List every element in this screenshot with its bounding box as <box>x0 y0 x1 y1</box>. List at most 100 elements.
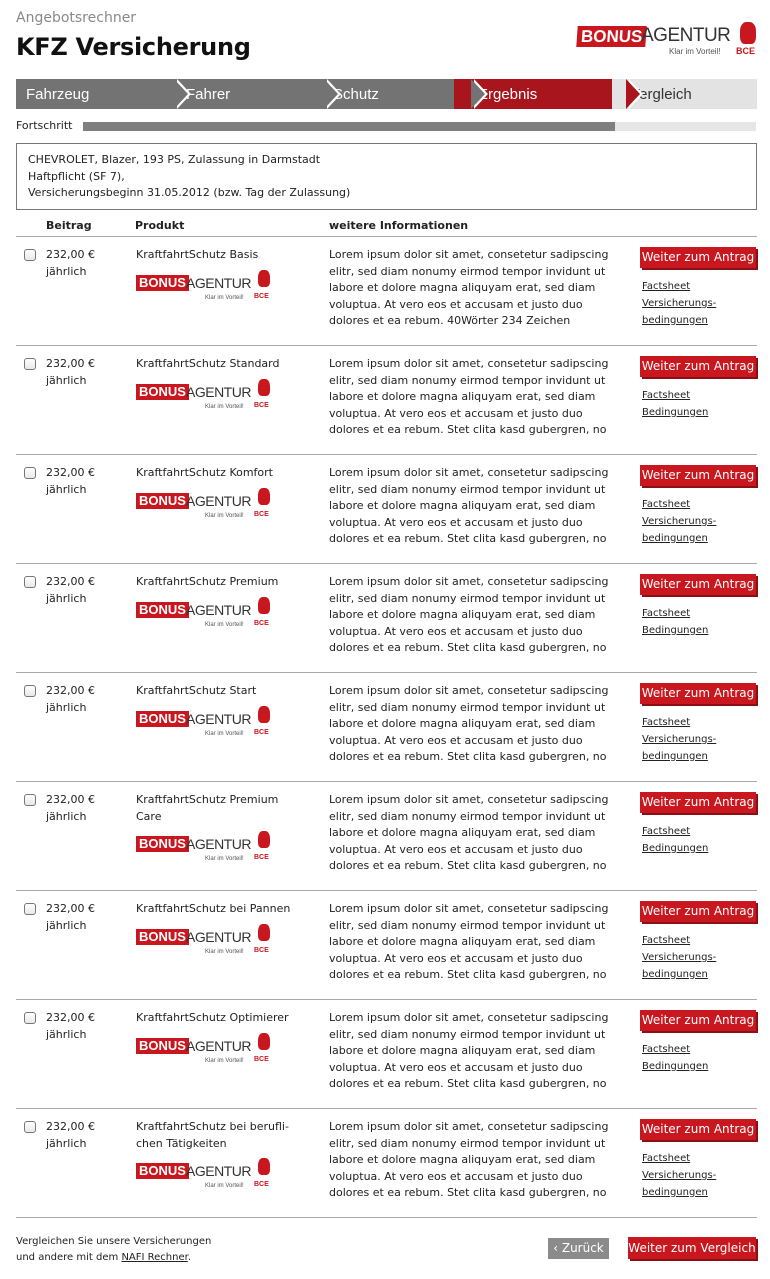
vehicle-summary: CHEVROLET, Blazer, 193 PS, Zulassung in … <box>16 143 757 210</box>
document-link[interactable]: Factsheet <box>642 497 742 514</box>
summary-vehicle: CHEVROLET, Blazer, 193 PS, Zulassung in … <box>28 153 321 166</box>
nafi-rechner-link[interactable]: NAFI Rechner <box>121 1252 187 1263</box>
logo-figure-icon <box>258 596 270 614</box>
table-row: 232,00 € jährlich KraftfahrtSchutz Premi… <box>16 782 757 891</box>
product-name: KraftfahrtSchutz bei Pannen <box>136 902 291 915</box>
logo-figure-icon <box>258 1158 270 1175</box>
compare-button[interactable]: Weiter zum Vergleich <box>628 1237 756 1259</box>
logo-bonus-text: BONUS <box>576 26 648 47</box>
apply-button[interactable]: Weiter zum Antrag <box>640 247 756 268</box>
apply-button[interactable]: Weiter zum Antrag <box>640 901 756 922</box>
compare-checkbox[interactable] <box>24 576 36 588</box>
logo-tagline: Klar im Vorteil! <box>205 730 244 737</box>
step-fahrzeug[interactable]: Fahrzeug <box>16 79 191 109</box>
compare-checkbox[interactable] <box>24 358 36 370</box>
info-text: Lorem ipsum dolor sit amet, consetetur s… <box>329 466 609 545</box>
logo-bonus-text: BONUS <box>136 1163 189 1179</box>
apply-button[interactable]: Weiter zum Antrag <box>640 1010 756 1031</box>
document-link[interactable]: Versicherungs- <box>642 1168 742 1185</box>
logo-bonus-text: BONUS <box>136 1037 189 1054</box>
document-link[interactable]: Factsheet <box>642 388 742 405</box>
compare-checkbox[interactable] <box>24 249 36 261</box>
product-cell: KraftfahrtSchutz Premium BONUS AGENTUR K… <box>136 574 296 630</box>
logo-bce-text: BCE <box>254 1055 269 1063</box>
logo-figure-icon <box>258 1032 270 1050</box>
document-link[interactable]: Versicherungs- <box>642 732 742 749</box>
table-row: 232,00 € jährlich KraftfahrtSchutz Stand… <box>16 346 757 455</box>
document-links: Factsheet Bedingungen <box>642 1042 742 1076</box>
apply-button[interactable]: Weiter zum Antrag <box>640 683 756 704</box>
apply-button[interactable]: Weiter zum Antrag <box>640 465 756 486</box>
column-header-beitrag: Beitrag <box>46 219 92 232</box>
info-text: Lorem ipsum dolor sit amet, consetetur s… <box>329 793 609 872</box>
price-cell: 232,00 € jährlich <box>46 901 126 934</box>
document-link[interactable]: Factsheet <box>642 933 742 950</box>
logo-agentur-text: AGENTUR <box>186 383 251 400</box>
info-text: Lorem ipsum dolor sit amet, consetetur s… <box>329 248 609 327</box>
progress-bar <box>83 122 756 131</box>
progress-fill <box>83 122 615 131</box>
logo-bce-text: BCE <box>254 292 269 300</box>
document-link[interactable]: Factsheet <box>642 715 742 732</box>
product-name: KraftfahrtSchutz Premium <box>136 575 279 588</box>
document-link[interactable]: bedingungen <box>642 531 742 548</box>
document-link[interactable]: bedingungen <box>642 1185 742 1202</box>
price-value: 232,00 € <box>46 466 95 479</box>
document-link[interactable]: Bedingungen <box>642 1059 742 1076</box>
price-period: jährlich <box>46 1136 87 1150</box>
document-link[interactable]: bedingungen <box>642 313 742 330</box>
app-subtitle: Angebotsrechner <box>16 10 137 26</box>
price-period: jährlich <box>46 809 87 823</box>
compare-checkbox[interactable] <box>24 1012 36 1024</box>
page-title: KFZ Versicherung <box>16 33 251 61</box>
info-text: Lorem ipsum dolor sit amet, consetetur s… <box>329 902 609 981</box>
logo-figure-icon <box>258 378 270 396</box>
logo-bonus-text: BONUS <box>136 492 189 509</box>
apply-button[interactable]: Weiter zum Antrag <box>640 574 756 595</box>
logo-bonus-text: BONUS <box>136 928 189 945</box>
logo-agentur-text: AGENTUR <box>186 1037 251 1054</box>
apply-button[interactable]: Weiter zum Antrag <box>640 356 756 377</box>
page-header: Angebotsrechner KFZ Versicherung BONUS A… <box>16 0 756 70</box>
document-link[interactable]: bedingungen <box>642 967 742 984</box>
document-link[interactable]: Factsheet <box>642 606 742 623</box>
logo-bce-text: BCE <box>254 401 269 409</box>
compare-checkbox[interactable] <box>24 903 36 915</box>
logo-figure-icon <box>258 831 270 848</box>
info-text: Lorem ipsum dolor sit amet, consetetur s… <box>329 1011 609 1090</box>
logo-bonus-text: BONUS <box>136 274 189 291</box>
document-link[interactable]: Factsheet <box>642 1042 742 1059</box>
progress-label: Fortschritt <box>16 119 73 132</box>
product-cell: KraftfahrtSchutz Premium Care BONUS AGEN… <box>136 792 296 865</box>
info-text: Lorem ipsum dolor sit amet, consetetur s… <box>329 684 609 763</box>
document-links: Factsheet Versicherungs-bedingungen <box>642 1151 742 1201</box>
logo-figure-icon <box>740 22 756 44</box>
compare-checkbox[interactable] <box>24 794 36 806</box>
compare-checkbox[interactable] <box>24 467 36 479</box>
document-link[interactable]: Bedingungen <box>642 405 742 422</box>
price-period: jährlich <box>46 482 87 496</box>
compare-checkbox[interactable] <box>24 685 36 697</box>
table-row: 232,00 € jährlich KraftfahrtSchutz Premi… <box>16 564 757 673</box>
back-button[interactable]: ‹ Zurück <box>548 1238 609 1259</box>
apply-button[interactable]: Weiter zum Antrag <box>640 792 756 813</box>
logo-bce-text: BCE <box>254 1181 269 1188</box>
table-row: 232,00 € jährlich KraftfahrtSchutz bei P… <box>16 891 757 1000</box>
bonusagentur-logo: BONUS AGENTUR Klar im Vorteil! BCE <box>136 1158 276 1189</box>
document-link[interactable]: Factsheet <box>642 1151 742 1168</box>
document-links: Factsheet Versicherungs-bedingungen <box>642 715 742 765</box>
document-link[interactable]: Factsheet <box>642 279 742 296</box>
document-link[interactable]: Bedingungen <box>642 841 742 858</box>
document-link[interactable]: Bedingungen <box>642 623 742 640</box>
price-value: 232,00 € <box>46 357 95 370</box>
price-value: 232,00 € <box>46 575 95 588</box>
document-link[interactable]: bedingungen <box>642 749 742 766</box>
document-links: Factsheet Bedingungen <box>642 824 742 858</box>
document-link[interactable]: Factsheet <box>642 824 742 841</box>
document-link[interactable]: Versicherungs- <box>642 296 742 313</box>
document-link[interactable]: Versicherungs- <box>642 950 742 967</box>
apply-button[interactable]: Weiter zum Antrag <box>640 1119 756 1140</box>
product-name: KraftfahrtSchutz Premium Care <box>136 793 279 823</box>
document-link[interactable]: Versicherungs- <box>642 514 742 531</box>
compare-checkbox[interactable] <box>24 1121 36 1133</box>
